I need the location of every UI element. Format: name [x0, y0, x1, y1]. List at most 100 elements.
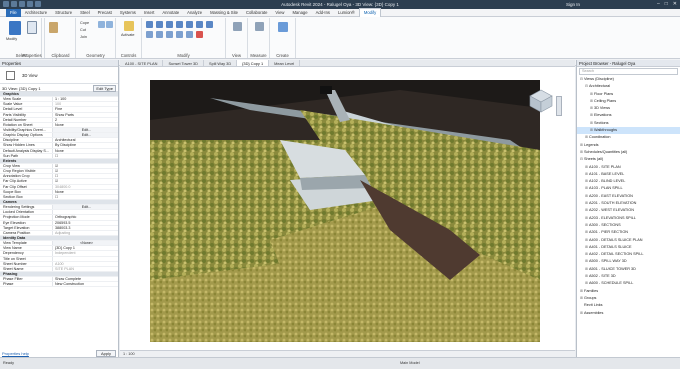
browser-node[interactable]: ⊞Elevations	[577, 112, 680, 119]
active-workset[interactable]: Main Model	[400, 361, 420, 365]
ribbon-tab-steel[interactable]: Steel	[76, 9, 94, 17]
view-scale[interactable]: 1 : 100	[123, 352, 135, 356]
browser-node[interactable]: ⊞A400 - DETAILS SLUICE PLAN	[577, 237, 680, 244]
paint-icon[interactable]	[106, 21, 113, 28]
property-edit-button[interactable]: Edit...	[52, 205, 118, 210]
unpin-icon[interactable]	[186, 31, 193, 38]
browser-node[interactable]: ⊞A201 - SOUTH ELEVATION	[577, 200, 680, 207]
property-value[interactable]: 2	[52, 117, 118, 122]
browser-node[interactable]: ⊞A402 - DETAIL SECTION SPILL	[577, 251, 680, 258]
browser-node[interactable]: ⊟Views (Discipline)	[577, 76, 680, 83]
property-value[interactable]: 388003.3	[52, 225, 118, 230]
property-value[interactable]: 206593.5	[52, 220, 118, 225]
browser-node[interactable]: ⊞A102 - BLIND LEVEL	[577, 178, 680, 185]
property-value[interactable]: 1 : 100	[52, 97, 118, 102]
view-tab[interactable]: Mean Level	[269, 60, 301, 66]
scale-icon[interactable]	[166, 31, 173, 38]
browser-node[interactable]: ⊞A103 - PLAN SPILL	[577, 185, 680, 192]
ribbon-tab-lumion-[interactable]: Lumion®	[334, 9, 359, 17]
property-edit-button[interactable]: Edit...	[52, 133, 118, 138]
view-tab[interactable]: A100 - SITE PLAN	[120, 60, 164, 66]
3d-model-render[interactable]	[150, 80, 540, 342]
browser-node[interactable]: ⊞Families	[577, 288, 680, 295]
cut-button[interactable]: Cut	[80, 28, 86, 32]
property-value[interactable]: ☐	[52, 194, 118, 199]
create-group-icon[interactable]	[278, 22, 288, 32]
ribbon-tab-analyze[interactable]: Analyze	[183, 9, 206, 17]
close-icon[interactable]: ✕	[673, 1, 677, 7]
measure-icon[interactable]	[255, 22, 264, 31]
rotate-icon[interactable]	[196, 21, 203, 28]
browser-node[interactable]: ⊞A502 - SITE 3D	[577, 273, 680, 280]
property-edit-button[interactable]: Edit...	[52, 127, 118, 133]
instance-filter[interactable]: 3D View: {3D} Copy 1 Edit Type	[0, 84, 118, 92]
browser-node[interactable]: ⊞Legends	[577, 142, 680, 149]
geometry-tool-icon[interactable]	[98, 21, 105, 28]
split-icon[interactable]	[146, 31, 153, 38]
mirror-icon[interactable]	[166, 21, 173, 28]
browser-node[interactable]: ⊞Floor Plans	[577, 91, 680, 98]
property-value[interactable]: None	[52, 189, 118, 194]
browser-node[interactable]: ⊞A100 - SITE PLAN	[577, 164, 680, 171]
browser-node[interactable]: ⊞3D Views	[577, 105, 680, 112]
apply-button[interactable]: Apply	[95, 350, 116, 357]
ribbon-tab-view[interactable]: View	[271, 9, 288, 17]
cope-button[interactable]: Cope	[80, 21, 89, 25]
property-edit-button[interactable]: <None>	[52, 241, 118, 246]
ribbon-tab-manage[interactable]: Manage	[288, 9, 311, 17]
modify-button-label[interactable]: Modify	[6, 37, 17, 41]
browser-node[interactable]: ⊞Walkthroughs	[577, 127, 680, 135]
view-icon[interactable]	[233, 22, 242, 31]
browser-node[interactable]: Revit Links	[577, 302, 680, 309]
property-value[interactable]	[52, 256, 118, 261]
browser-node[interactable]: ⊞A301 - PIER SECTION	[577, 229, 680, 236]
ribbon-tab-structure[interactable]: Structure	[51, 9, 76, 17]
ribbon-tab-file[interactable]: File	[6, 8, 21, 17]
browser-node[interactable]: ⊞A500 - SPILL WAY 3D	[577, 258, 680, 265]
join-button[interactable]: Join	[80, 35, 87, 39]
pin-icon[interactable]	[176, 31, 183, 38]
browser-node[interactable]: ⊞A101 - BASE LEVEL	[577, 171, 680, 178]
move-icon[interactable]	[176, 21, 183, 28]
property-value[interactable]: ☐	[52, 153, 118, 158]
property-value[interactable]: Fine	[52, 107, 118, 112]
ribbon-tab-massing-site[interactable]: Massing & Site	[206, 9, 242, 17]
maximize-icon[interactable]: □	[665, 1, 668, 7]
browser-node[interactable]: ⊞A600 - SCHEDULE SPILL	[577, 280, 680, 287]
view-tab[interactable]: {3D} Copy 1	[237, 60, 270, 66]
browser-node[interactable]: ⊞Schedules/Quantities (all)	[577, 149, 680, 156]
type-selector[interactable]: 3D View	[0, 67, 118, 84]
property-value[interactable]: By Discipline	[52, 143, 118, 148]
edit-type-button[interactable]: Edit Type	[93, 85, 116, 92]
navigation-bar[interactable]	[556, 96, 562, 116]
browser-node[interactable]: ⊟Sheets (all)	[577, 156, 680, 163]
viewcube[interactable]	[528, 88, 554, 114]
browser-node[interactable]: ⊞A203 - ELEVATIONS SPILL	[577, 215, 680, 222]
browser-node[interactable]: ⊞Sections	[577, 120, 680, 127]
array-icon[interactable]	[156, 31, 163, 38]
ribbon-tab-architecture[interactable]: Architecture	[21, 9, 51, 17]
property-value[interactable]: None	[52, 148, 118, 153]
properties-help-link[interactable]: Properties help	[2, 351, 29, 356]
ribbon-tab-systems[interactable]: Systems	[116, 9, 140, 17]
browser-node[interactable]: ⊞A300 - SECTIONS	[577, 222, 680, 229]
sign-in-link[interactable]: Sign In	[566, 2, 580, 7]
property-value[interactable]: New Construction	[52, 282, 118, 287]
browser-node[interactable]: ⊞Ceiling Plans	[577, 98, 680, 105]
property-value[interactable]: ☑	[52, 169, 118, 174]
browser-node[interactable]: ⊟Architectural	[577, 83, 680, 90]
activate-button-label[interactable]: Activate	[121, 33, 135, 37]
browser-node[interactable]: ⊞A202 - WEST ELEVATION	[577, 207, 680, 214]
copy-icon[interactable]	[186, 21, 193, 28]
properties-icon[interactable]	[27, 21, 37, 34]
browser-node[interactable]: ⊞Assemblies	[577, 310, 680, 317]
property-value[interactable]: Show Complete	[52, 277, 118, 282]
ribbon-tab-collaborate[interactable]: Collaborate	[242, 9, 271, 17]
browser-node[interactable]: ⊞A200 - EAST ELEVATION	[577, 193, 680, 200]
property-value[interactable]: ☑	[52, 163, 118, 169]
activate-icon[interactable]	[124, 21, 134, 31]
browser-node[interactable]: ⊞A401 - DETAILS SLUICE	[577, 244, 680, 251]
ribbon-tab-add-ins[interactable]: Add-Ins	[312, 9, 334, 17]
browser-search-input[interactable]: Search	[579, 68, 678, 75]
trim-icon[interactable]	[206, 21, 213, 28]
